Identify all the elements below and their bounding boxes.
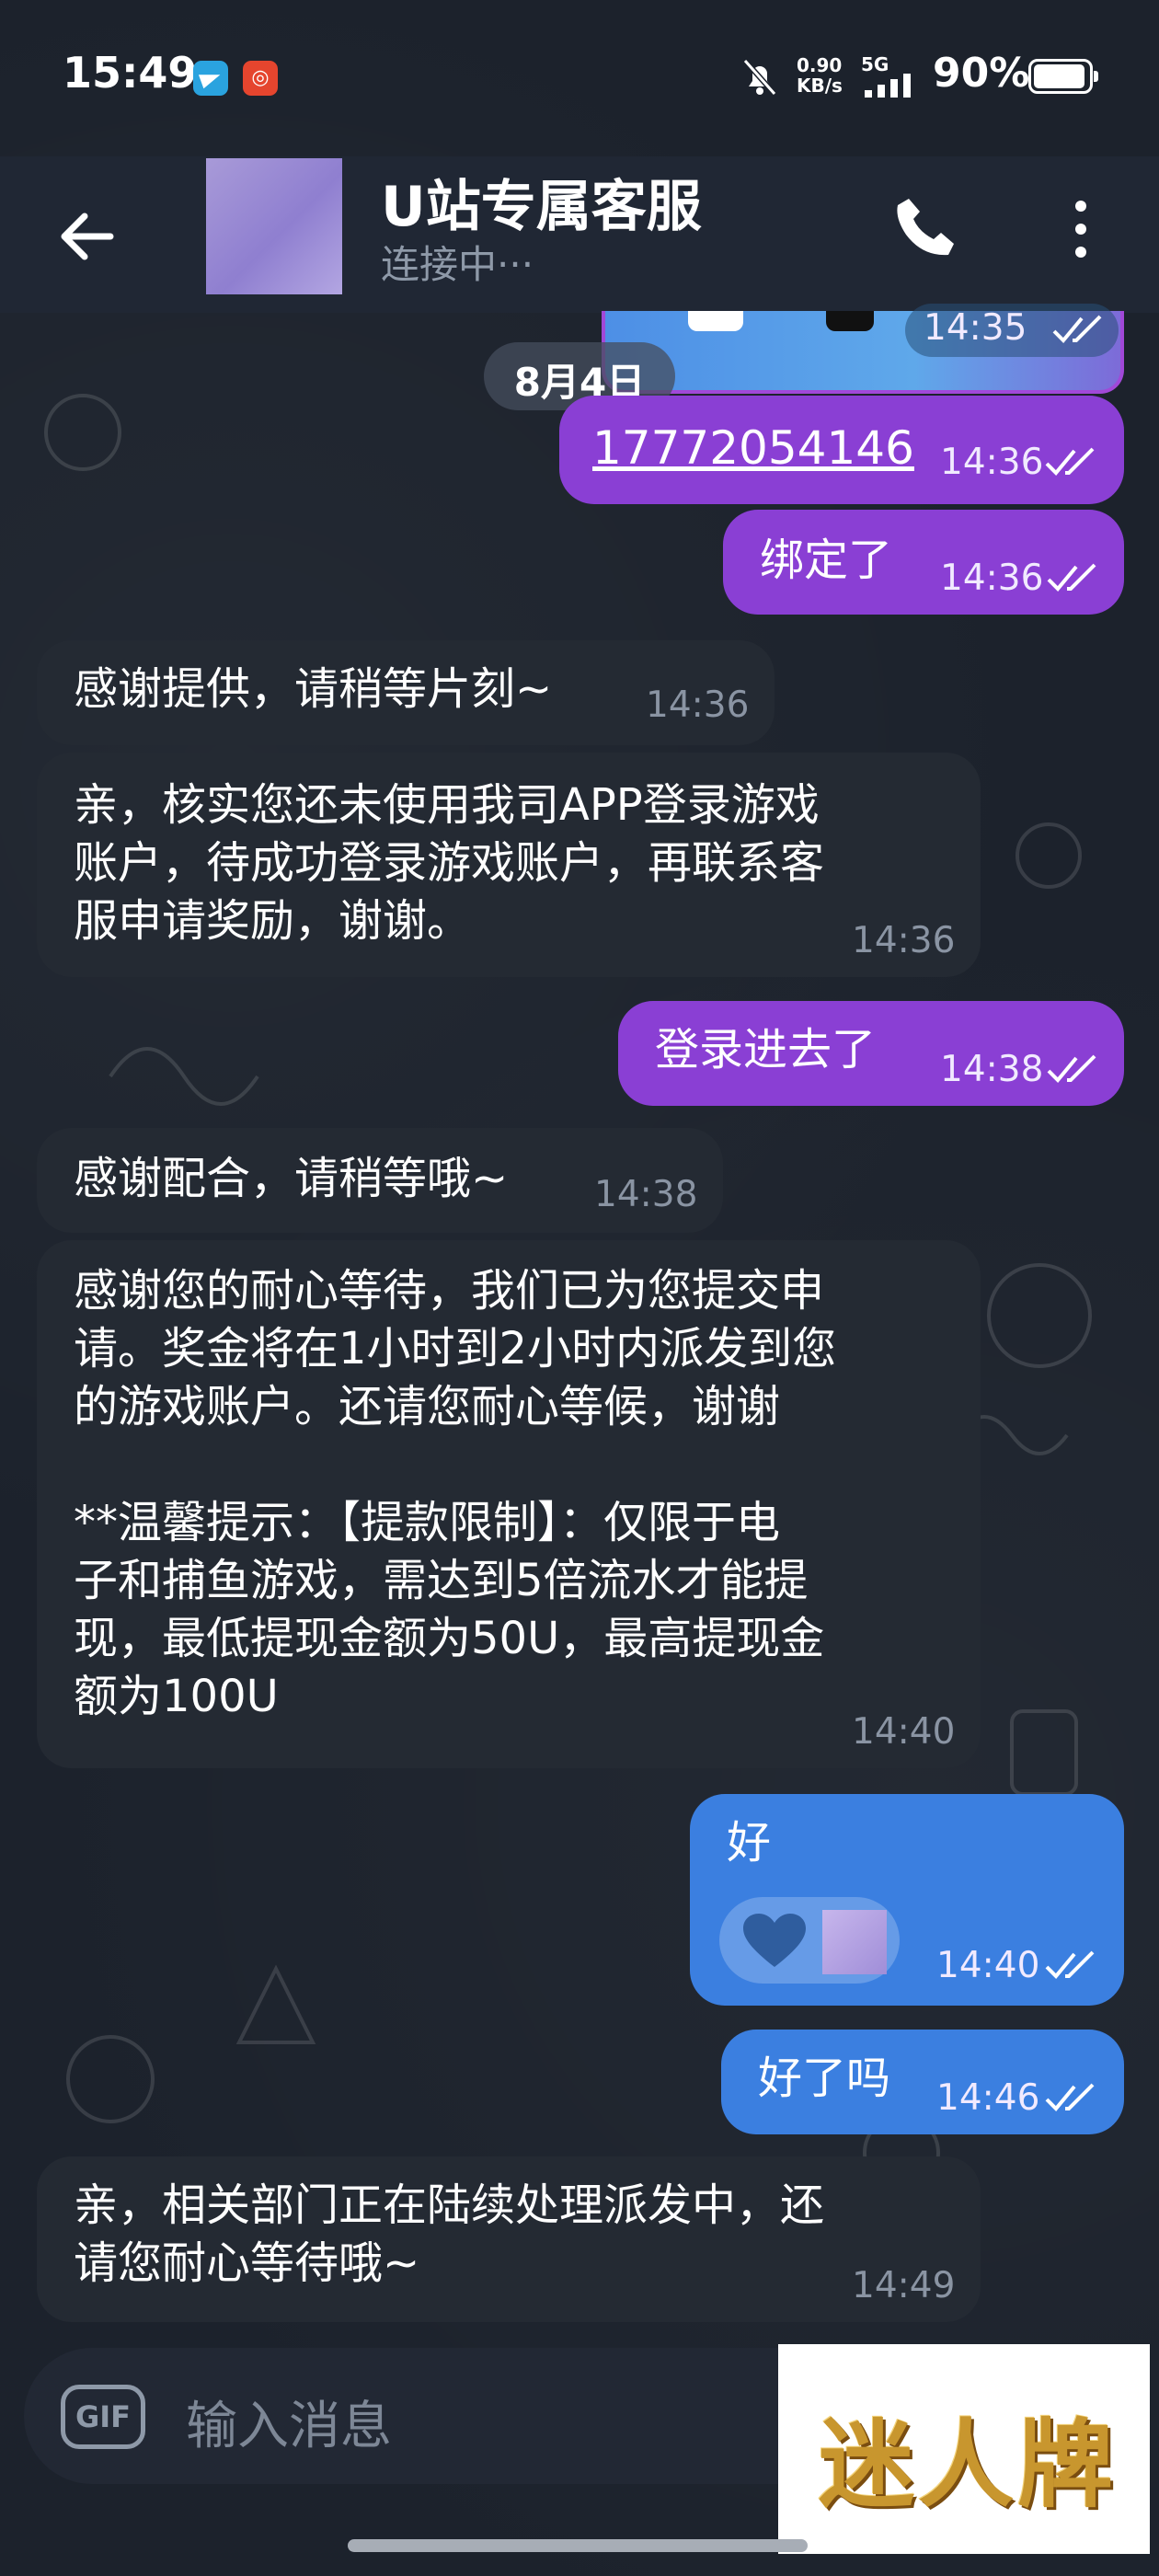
app-notification-icon: ◎ <box>243 61 278 96</box>
message-text: 亲，核实您还未使用我司APP登录游戏 账户，待成功登录游戏账户，再联系客 服申请… <box>74 779 825 947</box>
network-speed: 0.90 KB/s <box>797 55 843 96</box>
message-time: 14:36 <box>940 442 1044 483</box>
network-speed-value: 0.90 <box>797 54 843 76</box>
phone-call-icon[interactable] <box>892 193 960 261</box>
reaction-user-avatar <box>822 1910 887 1974</box>
incoming-message[interactable]: 亲，相关部门正在陆续处理派发中，还 请您耐心等待哦~ 14:49 <box>37 2156 981 2322</box>
network-type: 5G <box>861 53 889 75</box>
mute-bell-icon <box>742 59 777 96</box>
home-indicator[interactable] <box>348 2539 808 2552</box>
heart-icon <box>743 1914 806 1967</box>
message-text: 感谢提供，请稍等片刻~ <box>74 663 553 715</box>
battery-percentage: 90% <box>933 50 1030 97</box>
back-arrow-icon[interactable] <box>55 204 120 269</box>
message-text: 绑定了 <box>760 535 893 586</box>
message-text: 登录进去了 <box>655 1024 877 1075</box>
contact-avatar[interactable] <box>206 158 342 294</box>
message-text: 好了吗 <box>758 2053 891 2104</box>
message-time: 14:46 <box>936 2077 1040 2119</box>
incoming-message[interactable]: 感谢提供，请稍等片刻~ 14:36 <box>37 640 775 745</box>
message-time: 14:36 <box>940 558 1044 599</box>
signal-icon <box>865 74 911 98</box>
double-check-icon <box>1047 1054 1096 1083</box>
status-bar: 15:49 ◎ 0.90 KB/s 5G 90% <box>0 0 1159 156</box>
phone-number-link[interactable]: 17772054146 <box>592 420 914 477</box>
watermark-logo: 迷人牌 <box>778 2344 1150 2554</box>
previous-message-time-chip: 14:35 <box>905 304 1119 357</box>
incoming-message[interactable]: 亲，核实您还未使用我司APP登录游戏 账户，待成功登录游戏账户，再联系客 服申请… <box>37 753 981 977</box>
message-text: 感谢您的耐心等待，我们已为您提交申 请。奖金将在1小时到2小时内派发到您 的游戏… <box>74 1265 837 1722</box>
status-time: 15:49 <box>63 48 198 98</box>
message-time: 14:36 <box>852 920 956 961</box>
telegram-icon <box>193 61 228 96</box>
outgoing-message[interactable]: 17772054146 14:36 <box>559 396 1124 504</box>
message-text: 感谢配合，请稍等哦~ <box>74 1153 509 1204</box>
connection-status: 连接中··· <box>381 242 534 287</box>
message-time: 14:40 <box>852 1711 956 1753</box>
image-thumb-part <box>826 311 874 331</box>
reaction-chip[interactable] <box>719 1897 900 1984</box>
message-time: 14:38 <box>940 1049 1044 1090</box>
outgoing-message[interactable]: 登录进去了 14:38 <box>618 1001 1124 1106</box>
battery-icon <box>1028 59 1098 94</box>
incoming-message[interactable]: 感谢您的耐心等待，我们已为您提交申 请。奖金将在1小时到2小时内派发到您 的游戏… <box>37 1240 981 1768</box>
message-time: 14:38 <box>594 1174 698 1215</box>
double-check-icon <box>1045 447 1095 476</box>
message-input[interactable]: 输入消息 <box>186 2385 392 2459</box>
chat-header: U站专属客服 连接中··· <box>0 156 1159 313</box>
incoming-message[interactable]: 感谢配合，请稍等哦~ 14:38 <box>37 1128 723 1233</box>
message-text: 好 <box>727 1817 772 1869</box>
image-thumb-part <box>688 311 743 331</box>
message-time: 14:35 <box>924 307 1027 349</box>
message-text: 亲，相关部门正在陆续处理派发中，还 请您耐心等待哦~ <box>74 2179 825 2289</box>
watermark-logo-text: 迷人牌 <box>819 2408 1118 2521</box>
message-time: 14:36 <box>646 684 750 726</box>
double-check-icon <box>1052 315 1102 343</box>
double-check-icon <box>1047 563 1096 592</box>
network-speed-unit: KB/s <box>797 75 843 97</box>
chat-title[interactable]: U站专属客服 <box>381 162 702 242</box>
outgoing-message[interactable]: 绑定了 14:36 <box>723 510 1124 615</box>
double-check-icon <box>1045 1950 1095 1979</box>
message-time: 14:49 <box>852 2265 956 2306</box>
message-time: 14:40 <box>936 1945 1040 1986</box>
gif-icon[interactable]: GIF <box>61 2385 145 2449</box>
more-options-icon[interactable] <box>1067 197 1095 261</box>
outgoing-message[interactable]: 好了吗 14:46 <box>721 2030 1124 2134</box>
double-check-icon <box>1045 2083 1095 2111</box>
